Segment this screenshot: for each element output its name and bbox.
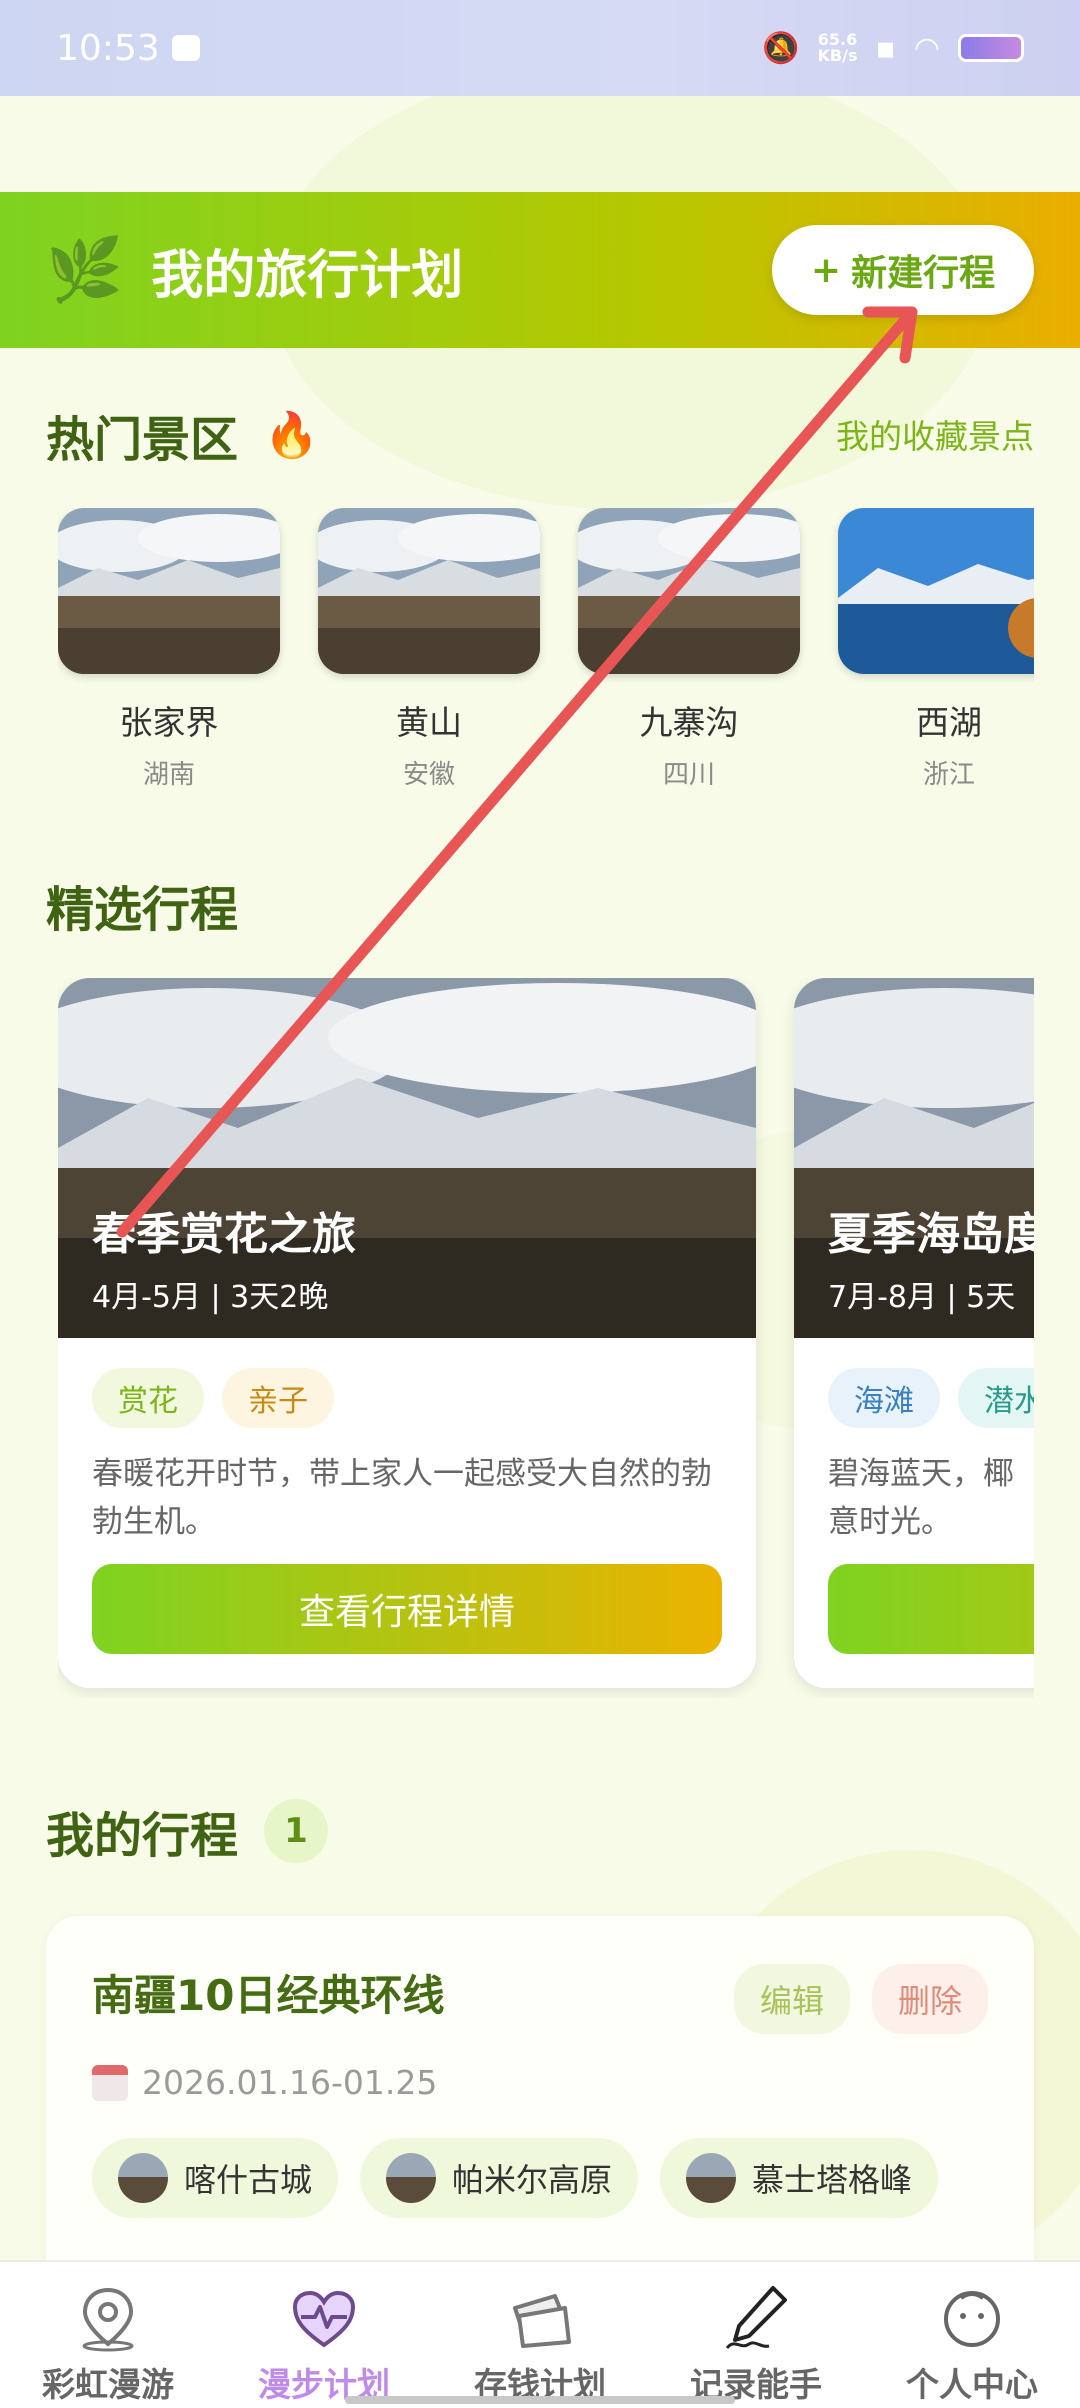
- status-time: 10:53: [56, 28, 200, 69]
- edit-button[interactable]: 编辑: [733, 1964, 850, 2034]
- mountain-landscape-image: [578, 508, 800, 674]
- new-trip-label: 新建行程: [851, 253, 996, 294]
- view-trip-details-button[interactable]: 查: [828, 1564, 1034, 1654]
- trip-overlay: 夏季海岛度 7月-8月 | 5天: [828, 1209, 1034, 1315]
- fire-icon: 🔥: [264, 410, 319, 461]
- favorites-link[interactable]: 我的收藏景点: [836, 410, 1034, 458]
- view-trip-details-button[interactable]: 查看行程详情: [92, 1564, 722, 1654]
- status-bar: 10:53 🔕 65.6 KB/s ▪ ◠: [0, 0, 1080, 96]
- battery-icon: [958, 34, 1024, 62]
- leaf-icon: 🌿: [46, 233, 124, 306]
- scenic-item[interactable]: 九寨沟 四川: [578, 508, 800, 798]
- plus-icon: +: [810, 249, 842, 291]
- net-speed: 65.6 KB/s: [817, 30, 858, 65]
- trip-cover-image: 春季赏花之旅 4月-5月 | 3天2晚: [58, 978, 756, 1338]
- scenic-item[interactable]: 西湖 浙江: [838, 508, 1034, 798]
- trip-stop-chip[interactable]: 喀什古城: [92, 2138, 339, 2218]
- stop-thumbnail: [686, 2153, 737, 2203]
- trip-overlay: 春季赏花之旅 4月-5月 | 3天2晚: [92, 1209, 356, 1315]
- location-pin-icon: [73, 2284, 143, 2354]
- my-trip-actions: 编辑 删除: [733, 1964, 988, 2034]
- trip-stops: 喀什古城 帕米尔高原 慕士塔格峰: [92, 2138, 988, 2218]
- trip-tag: 潜水: [958, 1368, 1034, 1428]
- mute-icon: 🔕: [762, 30, 800, 66]
- smiley-icon: [937, 2284, 1007, 2354]
- heart-pulse-icon: [289, 2284, 359, 2354]
- wifi-icon: ◠: [913, 30, 940, 66]
- scenic-item[interactable]: 黄山 安徽: [318, 508, 540, 798]
- featured-trip-card[interactable]: 春季赏花之旅 4月-5月 | 3天2晚 赏花 亲子 春暖花开时节，带上家人一起感…: [58, 978, 756, 1688]
- scenic-image: [838, 508, 1034, 674]
- featured-list: 春季赏花之旅 4月-5月 | 3天2晚 赏花 亲子 春暖花开时节，带上家人一起感…: [58, 978, 1034, 1698]
- my-trips-title: 我的行程 1: [46, 1796, 329, 1866]
- tab-walk-plan[interactable]: 漫步计划: [216, 2262, 432, 2408]
- lake-landscape-image: [838, 508, 1034, 674]
- my-trip-date: 2026.01.16-01.25: [92, 2063, 988, 2102]
- my-trip-card[interactable]: 南疆10日经典环线 编辑 删除 2026.01.16-01.25 喀什古城 帕米…: [46, 1916, 1034, 2316]
- tab-record-master[interactable]: 记录能手: [648, 2262, 864, 2408]
- scenic-image: [578, 508, 800, 674]
- wallet-icon: [505, 2284, 575, 2354]
- trip-description: 碧海蓝天，椰 意时光。: [828, 1456, 1014, 1540]
- page-title: 我的旅行计划: [151, 245, 464, 306]
- trip-description: 春暖花开时节，带上家人一起感受大自然的勃勃生机。: [92, 1456, 712, 1540]
- trip-stop-chip[interactable]: 帕米尔高原: [360, 2138, 639, 2218]
- tab-rainbow-roam[interactable]: 彩虹漫游: [0, 2262, 216, 2408]
- trip-tags: 赏花 亲子: [58, 1338, 756, 1428]
- trip-tag: 赏花: [92, 1368, 204, 1428]
- tab-savings-plan[interactable]: 存钱计划: [432, 2262, 648, 2408]
- scenic-image: [58, 508, 280, 674]
- notification-icon: [171, 35, 200, 61]
- home-indicator: [345, 2396, 735, 2404]
- trip-tag: 亲子: [222, 1368, 334, 1428]
- stop-thumbnail: [386, 2153, 437, 2203]
- pen-icon: [721, 2284, 791, 2354]
- app-header: 🌿 我的旅行计划 + 新建行程: [0, 192, 1080, 348]
- featured-trip-card[interactable]: 夏季海岛度 7月-8月 | 5天 海滩 潜水 碧海蓝天，椰 意时光。 查: [794, 978, 1034, 1688]
- new-trip-button[interactable]: + 新建行程: [772, 225, 1034, 315]
- scenic-image: [318, 508, 540, 674]
- featured-title: 精选行程: [46, 882, 239, 938]
- calendar-icon: [92, 2064, 128, 2101]
- sim-icon: ▪: [875, 30, 896, 66]
- bottom-tab-bar: 彩虹漫游 漫步计划 存钱计划 记录能手 个人中心: [0, 2260, 1080, 2408]
- trip-tags: 海滩 潜水: [794, 1338, 1034, 1428]
- mountain-landscape-image: [58, 508, 280, 674]
- hot-spots-title: 热门景区 🔥: [46, 410, 319, 468]
- trip-stop-chip[interactable]: 慕士塔格峰: [660, 2138, 939, 2218]
- delete-button[interactable]: 删除: [871, 1964, 988, 2034]
- trip-tag: 海滩: [828, 1368, 940, 1428]
- scenic-list: 张家界 湖南 黄山 安徽 九寨沟 四川 西湖 浙江: [58, 508, 1034, 798]
- mountain-landscape-image: [318, 508, 540, 674]
- status-icons: 🔕 65.6 KB/s ▪ ◠: [762, 31, 1024, 66]
- tab-profile[interactable]: 个人中心: [864, 2262, 1080, 2408]
- trip-cover-image: 夏季海岛度 7月-8月 | 5天: [794, 978, 1034, 1338]
- scenic-item[interactable]: 张家界 湖南: [58, 508, 280, 798]
- stop-thumbnail: [118, 2153, 168, 2203]
- trip-count-badge: 1: [264, 1799, 329, 1863]
